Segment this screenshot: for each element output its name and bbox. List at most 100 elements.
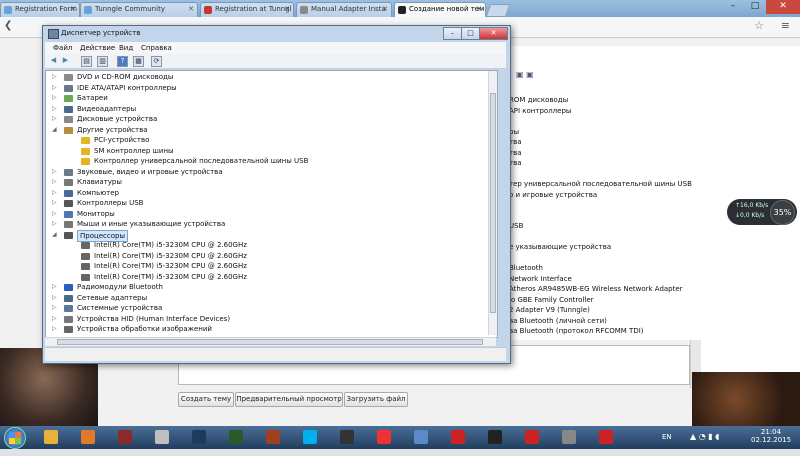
expander-icon[interactable]: ▷ <box>52 167 57 177</box>
tree-category[interactable]: ▷ DVD и CD-ROM дисководы <box>46 72 486 82</box>
tree-category[interactable]: ▷ Мониторы <box>46 209 486 219</box>
taskbar-app[interactable] <box>369 427 399 448</box>
expander-icon[interactable]: ▷ <box>52 282 57 292</box>
language-indicator[interactable]: EN <box>662 433 672 456</box>
create-topic-button[interactable]: Создать тему <box>178 392 234 407</box>
tree-device[interactable]: Intel(R) Core(TM) i5-3230M CPU @ 2.60GHz <box>46 261 486 271</box>
tree-category[interactable]: ▷ Радиомодули Bluetooth <box>46 282 486 292</box>
bookmark-star-icon[interactable]: ☆ <box>754 19 764 32</box>
properties-icon[interactable]: ▤ <box>81 56 92 67</box>
expander-icon[interactable]: ▷ <box>52 303 57 313</box>
taskbar-app[interactable] <box>110 427 140 448</box>
preview-button[interactable]: Предварительный просмотр <box>235 392 343 407</box>
tree-category[interactable]: ▷ Устройства HID (Human Interface Devices… <box>46 314 486 324</box>
expander-icon[interactable]: ▷ <box>52 198 57 208</box>
upload-file-button[interactable]: Загрузить файл <box>344 392 408 407</box>
tab-close-icon[interactable]: ✕ <box>382 5 388 13</box>
maximize-button[interactable]: □ <box>744 0 766 14</box>
tree-category[interactable]: ▷ Системные устройства <box>46 303 486 313</box>
expander-icon[interactable]: ▷ <box>52 83 57 93</box>
browser-tab[interactable]: Registration at Tunngl ✕ <box>200 2 294 17</box>
taskbar-app[interactable] <box>517 427 547 448</box>
browser-tab[interactable]: Tunngle Community ✕ <box>80 2 198 17</box>
menu-view[interactable]: Вид <box>119 44 133 52</box>
tab-close-icon[interactable]: ✕ <box>476 5 482 13</box>
tree-category[interactable]: ▷ Видеоадаптеры <box>46 104 486 114</box>
tree-category[interactable]: ▷ Дисковые устройства <box>46 114 486 124</box>
minimize-button[interactable]: – <box>722 0 744 14</box>
scan-hardware-icon[interactable]: ⟳ <box>151 56 162 67</box>
tab-close-icon[interactable]: ✕ <box>188 5 194 13</box>
browser-tab[interactable]: Создание новой темы ✕ <box>394 2 486 17</box>
tree-device[interactable]: SM контроллер шины <box>46 146 486 156</box>
start-button[interactable] <box>4 427 26 449</box>
browser-tab[interactable]: Registration Form - Tu✕ <box>0 2 80 17</box>
menu-action[interactable]: Действие <box>80 44 115 52</box>
tab-close-icon[interactable]: ✕ <box>70 5 76 13</box>
tree-category[interactable]: ▷ Мыши и иные указывающие устройства <box>46 219 486 229</box>
taskbar-app[interactable] <box>147 427 177 448</box>
vertical-scrollbar[interactable] <box>488 71 497 335</box>
taskbar-app[interactable] <box>554 427 584 448</box>
taskbar-app[interactable] <box>443 427 473 448</box>
tree-device[interactable]: Intel(R) Core(TM) i5-3230M CPU @ 2.60GHz <box>46 240 486 250</box>
expander-icon[interactable]: ▷ <box>52 293 57 303</box>
tree-category[interactable]: ◢ Процессоры <box>46 229 486 242</box>
close-button[interactable]: ✕ <box>766 0 800 14</box>
taskbar-app[interactable] <box>591 427 621 448</box>
view-icon[interactable]: ▦ <box>133 56 144 67</box>
menu-file[interactable]: Файл <box>53 44 72 52</box>
expander-icon[interactable]: ▷ <box>52 188 57 198</box>
taskbar-app[interactable] <box>73 427 103 448</box>
tree-device[interactable]: Intel(R) Core(TM) i5-3230M CPU @ 2.60GHz <box>46 251 486 261</box>
taskbar-app[interactable] <box>221 427 251 448</box>
expander-icon[interactable]: ▷ <box>52 114 57 124</box>
expander-icon[interactable]: ▷ <box>52 104 57 114</box>
expander-icon[interactable]: ▷ <box>52 219 57 229</box>
tree-category[interactable]: ▷ Устройства обработки изображений <box>46 324 486 334</box>
tree-category[interactable]: ▷ Сетевые адаптеры <box>46 293 486 303</box>
taskbar-app[interactable] <box>36 427 66 448</box>
expander-icon[interactable]: ▷ <box>52 314 57 324</box>
horizontal-scroll-thumb[interactable] <box>57 339 483 345</box>
tree-device[interactable]: PCI-устройство <box>46 135 486 145</box>
new-tab-button[interactable] <box>485 4 511 17</box>
taskbar-app[interactable] <box>480 427 510 448</box>
tree-category[interactable]: ▷ Батареи <box>46 93 486 103</box>
tray-icons[interactable]: ▲ ◔ ▮ ◖ <box>690 432 719 455</box>
tree-category[interactable]: ▷ Звуковые, видео и игровые устройства <box>46 167 486 177</box>
tree-category[interactable]: ▷ Клавиатуры <box>46 177 486 187</box>
taskbar-app[interactable] <box>406 427 436 448</box>
help-icon[interactable]: ? <box>117 56 128 67</box>
vertical-scroll-thumb[interactable] <box>490 93 496 313</box>
expander-icon[interactable]: ◢ <box>52 230 57 240</box>
console-tree-icon[interactable]: ▥ <box>97 56 108 67</box>
browser-tab[interactable]: Manual Adapter Insta ✕ <box>296 2 392 17</box>
expander-icon[interactable]: ▷ <box>52 72 57 82</box>
tree-category[interactable]: ▷ IDE ATA/ATAPI контроллеры <box>46 83 486 93</box>
taskbar-app[interactable] <box>332 427 362 448</box>
tree-category[interactable]: ◢ Другие устройства <box>46 125 486 135</box>
expander-icon[interactable]: ▷ <box>52 177 57 187</box>
expander-icon[interactable]: ▷ <box>52 93 57 103</box>
tree-device[interactable]: Контроллер универсальной последовательно… <box>46 156 486 166</box>
tree-category[interactable]: ▷ Контроллеры USB <box>46 198 486 208</box>
forward-arrow-icon[interactable]: ▶ <box>61 56 70 65</box>
dm-maximize-button[interactable]: □ <box>461 27 480 40</box>
tree-device[interactable]: Intel(R) Core(TM) i5-3230M CPU @ 2.60GHz <box>46 272 486 282</box>
back-arrow-icon[interactable]: ◀ <box>49 56 58 65</box>
dm-minimize-button[interactable]: – <box>443 27 462 40</box>
taskbar-app[interactable] <box>258 427 288 448</box>
expander-icon[interactable]: ▷ <box>52 209 57 219</box>
tab-close-icon[interactable]: ✕ <box>284 5 290 13</box>
dm-close-button[interactable]: ✕ <box>479 27 508 40</box>
expander-icon[interactable]: ▷ <box>52 324 57 334</box>
taskbar-app[interactable] <box>295 427 325 448</box>
expander-icon[interactable]: ◢ <box>52 125 57 135</box>
taskbar-app[interactable] <box>184 427 214 448</box>
menu-icon[interactable]: ≡ <box>781 19 790 32</box>
clock[interactable]: 21:04 02.12.2015 <box>751 428 791 451</box>
tree-category[interactable]: ▷ Компьютер <box>46 188 486 198</box>
horizontal-scrollbar[interactable] <box>45 337 496 346</box>
back-icon[interactable]: ❮ <box>4 20 12 31</box>
